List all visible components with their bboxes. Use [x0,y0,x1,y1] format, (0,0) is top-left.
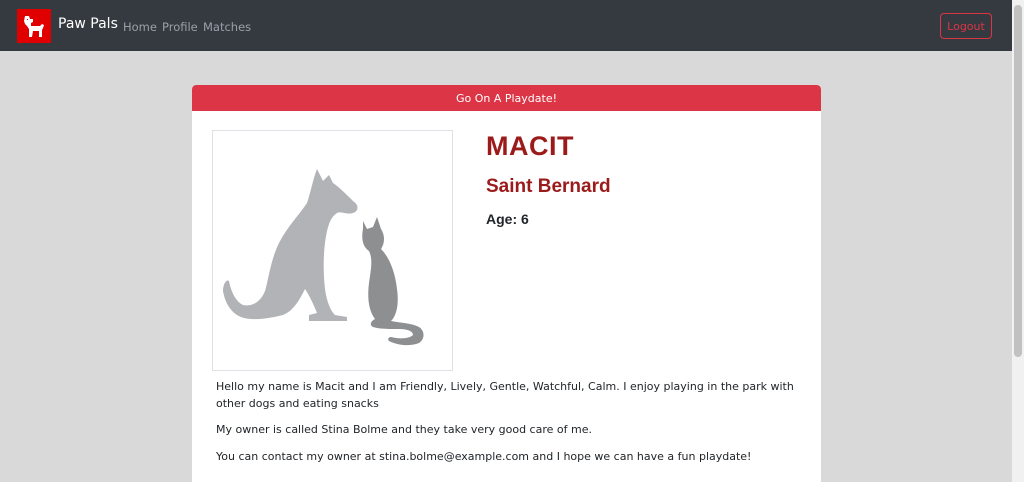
logout-button[interactable]: Logout [940,13,992,39]
pet-age: Age: 6 [486,211,529,227]
scrollbar[interactable] [1012,0,1024,482]
playdate-button[interactable]: Go On A Playdate! [192,85,821,111]
pet-image [212,130,453,371]
nav-link-home[interactable]: Home [123,20,157,34]
nav-link-matches[interactable]: Matches [203,20,251,34]
pet-profile-card: Go On A Playdate! MACIT Saint Bernard Ag… [192,85,821,482]
dog-and-cat-icon [223,169,424,346]
brand-name[interactable]: Paw Pals [58,16,118,32]
bio-contact: You can contact my owner at stina.bolme@… [216,450,752,463]
pet-breed: Saint Bernard [486,176,611,197]
nav-link-profile[interactable]: Profile [162,20,198,34]
bio-intro: Hello my name is Macit and I am Friendly… [216,380,794,410]
brand-logo[interactable] [17,9,51,43]
top-navbar: Paw Pals Home Profile Matches Logout [0,0,1012,51]
dog-icon [24,16,44,37]
scrollbar-thumb[interactable] [1014,5,1022,357]
pet-name: MACIT [486,131,574,161]
bio-owner: My owner is called Stina Bolme and they … [216,423,592,436]
